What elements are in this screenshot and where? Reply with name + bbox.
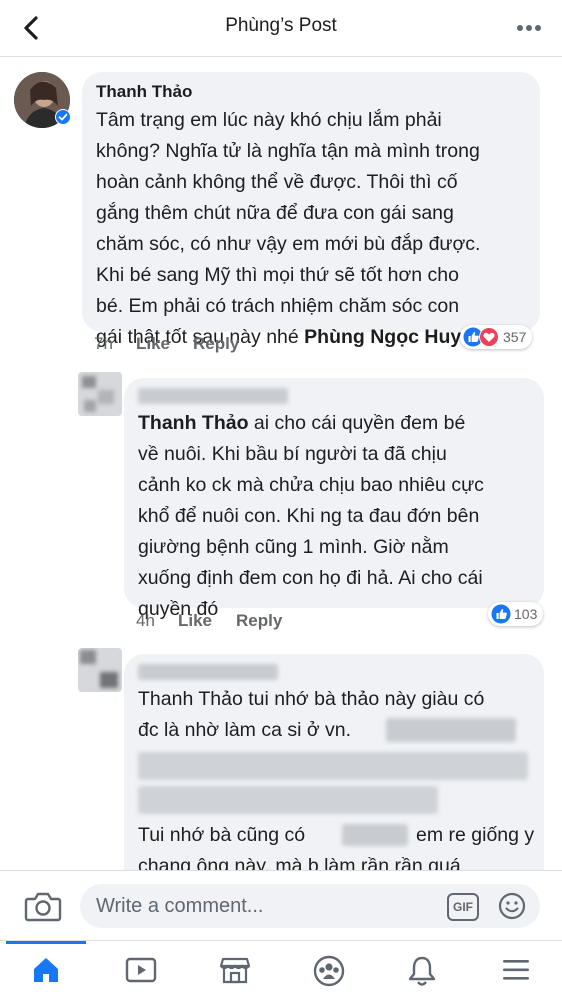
reaction-summary[interactable]: 103 (488, 602, 544, 626)
like-button[interactable]: Like (136, 334, 170, 354)
pixelated-avatar-block (84, 400, 96, 412)
comment-body: Tâm trạng em lúc này khó chịu lắm phải k… (96, 109, 481, 348)
redacted-author-name (138, 388, 288, 404)
comment-meta: 4h Like Reply (136, 611, 436, 633)
pixelated-avatar (80, 650, 96, 664)
more-dots-icon[interactable] (516, 24, 542, 32)
video-play-icon (125, 957, 157, 983)
comment-bubble[interactable]: Thanh Thảo ai cho cái quyền đem bé về nu… (124, 378, 544, 620)
reply-button[interactable]: Reply (193, 334, 239, 354)
emoji-icon[interactable] (498, 892, 526, 920)
comment-time: 7h (94, 334, 113, 353)
comment-body: ai cho cái quyền đem bé về nuôi. Khi bầu… (138, 412, 484, 620)
active-tab-indicator (6, 941, 86, 944)
redacted-text (138, 786, 438, 814)
comment-input[interactable]: Write a comment... GIF (80, 884, 540, 928)
comment-line: em re giống y (416, 824, 535, 846)
redacted-author-name (138, 664, 278, 680)
page-title: Phùng’s Post (225, 15, 337, 36)
mention-link[interactable]: Thanh Thảo (138, 412, 249, 434)
avatar[interactable] (78, 648, 122, 692)
avatar[interactable] (78, 372, 122, 416)
pixelated-avatar (82, 376, 96, 388)
comment-author[interactable]: Thanh Thảo (96, 82, 192, 102)
comment-line: chang ông này. mà b làm rần rần quá (138, 855, 461, 870)
tab-menu[interactable] (476, 941, 556, 1001)
reaction-summary[interactable]: 357 (460, 325, 533, 349)
tab-notifications[interactable] (382, 941, 462, 1001)
groups-icon (313, 955, 345, 987)
hamburger-menu-icon (503, 960, 529, 980)
redacted-text (342, 824, 408, 846)
bell-icon (408, 956, 436, 986)
comment-time: 4h (136, 611, 155, 630)
top-bar: Phùng’s Post (0, 0, 562, 57)
comment-bubble[interactable]: Thanh Thảo tui nhớ bà thảo này giàu có đ… (124, 654, 544, 870)
tab-marketplace[interactable] (194, 941, 274, 1001)
comment-input-placeholder: Write a comment... (96, 895, 264, 917)
comment-bubble[interactable]: Thanh Thảo Tâm trạng em lúc này khó chịu… (82, 72, 540, 348)
redacted-text (138, 752, 528, 780)
comment-line: Tui nhớ bà cũng có (138, 824, 306, 846)
redacted-text (386, 718, 516, 742)
bottom-tab-bar (0, 940, 562, 1001)
marketplace-store-icon (219, 957, 251, 984)
comment-line: Thanh Thảo tui nhớ bà thảo này giàu có (138, 688, 485, 710)
camera-icon[interactable] (24, 889, 62, 923)
comment-composer: Write a comment... GIF (0, 870, 562, 941)
reply-button[interactable]: Reply (236, 611, 282, 631)
tab-groups[interactable] (288, 941, 368, 1001)
reaction-count: 357 (503, 329, 527, 345)
pixelated-avatar-block (98, 390, 114, 404)
like-reaction-icon (491, 604, 511, 624)
reaction-count: 103 (514, 606, 538, 622)
gif-button[interactable]: GIF (447, 893, 479, 921)
love-reaction-icon (479, 327, 499, 347)
pixelated-avatar-block (100, 672, 118, 688)
like-button[interactable]: Like (178, 611, 212, 631)
comment-line: đc là nhờ làm ca si ở vn. (138, 719, 352, 741)
comment-text: Tâm trạng em lúc này khó chịu lắm phải k… (96, 105, 480, 353)
comment-meta: 7h Like Reply (94, 334, 394, 356)
verified-badge-icon (55, 109, 71, 125)
home-icon (34, 958, 58, 982)
tab-home[interactable] (6, 941, 86, 1001)
tab-watch[interactable] (100, 941, 180, 1001)
